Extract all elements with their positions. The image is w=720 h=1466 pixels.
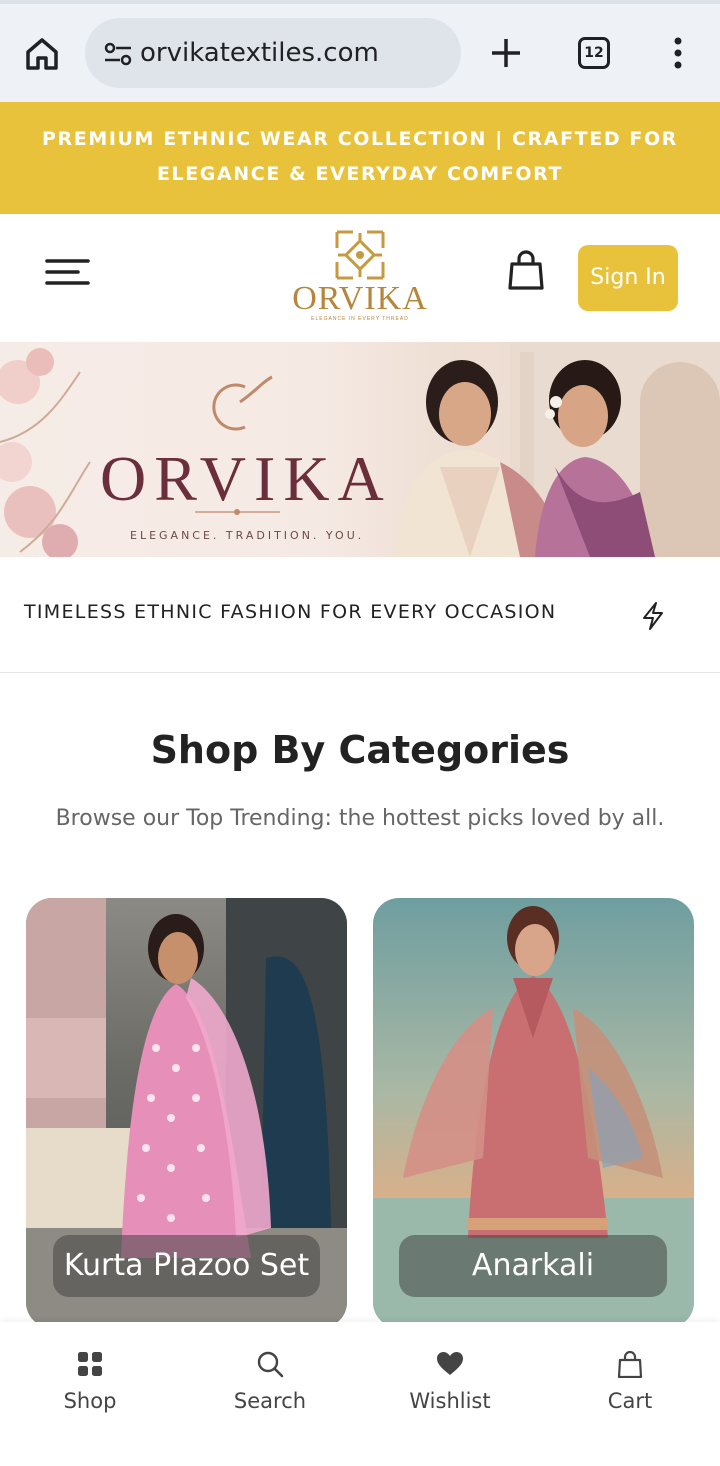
home-icon[interactable] xyxy=(22,34,62,74)
heart-icon xyxy=(437,1352,463,1375)
announcement-text: PREMIUM ETHNIC WEAR COLLECTION | CRAFTED… xyxy=(42,128,678,185)
search-icon xyxy=(257,1351,284,1378)
address-bar[interactable]: orvikatextiles.com xyxy=(85,18,461,88)
nav-cart[interactable]: Cart xyxy=(540,1322,720,1466)
nav-label: Search xyxy=(233,1389,307,1413)
site-settings-icon[interactable] xyxy=(103,42,133,66)
lightning-icon xyxy=(643,602,663,630)
bottom-nav: Shop Search Wishlist Cart xyxy=(0,1322,720,1466)
section-title: Shop By Categories xyxy=(150,728,570,772)
brand-logo[interactable]: ORVIKA ELEGANCE IN EVERY THREAD xyxy=(282,228,438,328)
category-card-anarkali[interactable]: Anarkali xyxy=(373,898,694,1328)
nav-wishlist[interactable]: Wishlist xyxy=(360,1322,540,1466)
category-label[interactable]: Anarkali xyxy=(399,1235,667,1297)
nav-search[interactable]: Search xyxy=(180,1322,360,1466)
grid-icon xyxy=(78,1352,102,1376)
category-card-kurta-plazoo-set[interactable]: Kurta Plazoo Set xyxy=(26,898,347,1328)
category-label[interactable]: Kurta Plazoo Set xyxy=(53,1235,320,1297)
nav-label: Cart xyxy=(607,1389,653,1413)
section-subtitle: Browse our Top Trending: the hottest pic… xyxy=(55,806,665,831)
hero-tagline: ELEGANCE. TRADITION. YOU. xyxy=(130,529,365,542)
promo-ticker: TIMELESS ETHNIC FASHION FOR EVERY OCCASI… xyxy=(0,557,720,673)
browser-toolbar: orvikatextiles.com 12 xyxy=(0,0,720,102)
ticker-text: TIMELESS ETHNIC FASHION FOR EVERY OCCASI… xyxy=(24,601,557,623)
hero-brand-text: ORVIKA xyxy=(100,443,392,514)
announcement-bar: PREMIUM ETHNIC WEAR COLLECTION | CRAFTED… xyxy=(0,102,720,214)
site-header: ORVIKA ELEGANCE IN EVERY THREAD Sign In xyxy=(0,214,720,342)
menu-icon[interactable] xyxy=(44,256,92,288)
status-edge xyxy=(0,0,720,4)
nav-label: Wishlist xyxy=(409,1389,491,1413)
logo-wordmark: ORVIKA xyxy=(292,280,428,317)
cart-icon xyxy=(617,1350,643,1378)
url-text[interactable]: orvikatextiles.com xyxy=(140,38,379,68)
nav-label: Shop xyxy=(63,1389,117,1413)
hero-banner[interactable]: ORVIKA ELEGANCE. TRADITION. YOU. xyxy=(0,342,720,557)
new-tab-icon[interactable] xyxy=(488,35,524,71)
nav-shop[interactable]: Shop xyxy=(0,1322,180,1466)
more-options-icon[interactable] xyxy=(668,36,688,70)
logo-emblem-icon xyxy=(335,230,385,280)
tab-switcher-button[interactable]: 12 xyxy=(578,37,610,69)
sign-in-button[interactable]: Sign In xyxy=(578,245,678,311)
shopping-bag-icon[interactable] xyxy=(504,248,548,292)
